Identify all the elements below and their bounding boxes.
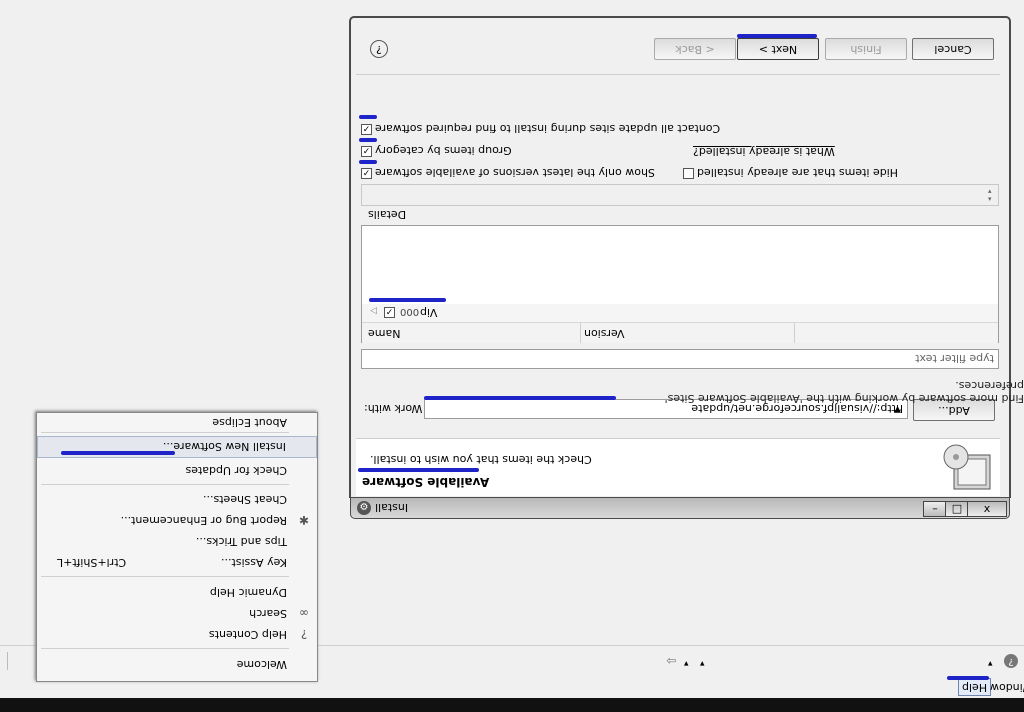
next-button[interactable]: Next > <box>737 38 819 60</box>
column-name[interactable]: Name <box>368 327 400 340</box>
show-latest-checkbox[interactable]: ✓ <box>361 168 372 179</box>
column-version[interactable]: Version <box>584 327 624 340</box>
tree-header: Name Version <box>362 322 998 343</box>
contact-sites-label: Contact all update sites during install … <box>375 122 721 135</box>
what-installed-link[interactable]: What is already installed? <box>693 145 835 158</box>
contact-sites-checkbox[interactable]: ✓ <box>361 124 372 135</box>
taskbar <box>0 698 1024 712</box>
install-icon: ⚙ <box>357 501 371 515</box>
window-title: Install <box>375 501 409 514</box>
annotation-mark <box>369 298 446 302</box>
title-bar: ⚙ Install – □ x <box>350 497 1010 519</box>
details-area: ▴ ▾ <box>361 184 999 206</box>
annotation-mark <box>359 115 377 119</box>
annotation-mark <box>359 160 377 164</box>
tree-item-checkbox[interactable]: ✓ <box>384 307 395 318</box>
filter-input[interactable]: type filter text <box>361 349 999 369</box>
work-with-label: Work with: <box>364 402 423 415</box>
finish-button[interactable]: Finish <box>825 38 907 60</box>
hide-installed-checkbox[interactable] <box>683 168 694 179</box>
details-label: Details <box>368 208 407 221</box>
find-more-link[interactable]: Find more software by working with the '… <box>628 379 1024 405</box>
maximize-button[interactable]: □ <box>945 501 969 517</box>
minimize-button[interactable]: – <box>923 501 947 517</box>
annotation-mark <box>737 34 817 38</box>
hide-installed-label: Hide items that are already installed <box>697 166 899 179</box>
dialog-overlay: Available Software Check the items that … <box>0 0 1024 698</box>
software-tree[interactable]: Name Version ◁ ✓ 000 Vip <box>361 225 999 343</box>
group-by-category-label: Group items by category <box>375 144 512 157</box>
group-by-category-checkbox[interactable]: ✓ <box>361 146 372 157</box>
column-divider <box>580 323 581 343</box>
tree-item-label: Vip <box>420 306 438 319</box>
annotation-mark <box>424 396 616 400</box>
cancel-button[interactable]: Cancel <box>912 38 994 60</box>
tree-item-prefix: 000 <box>400 306 420 317</box>
button-bar-divider <box>356 74 1000 75</box>
scroll-arrows-icon[interactable]: ▴ ▾ <box>988 187 992 203</box>
back-button[interactable]: < Back <box>654 38 736 60</box>
column-divider <box>794 323 795 343</box>
close-button[interactable]: x <box>967 501 1007 517</box>
filter-placeholder: type filter text <box>915 352 994 365</box>
expand-arrow-icon[interactable]: ◁ <box>370 306 377 316</box>
annotation-mark <box>359 138 377 142</box>
question-circle-icon[interactable]: ? <box>370 40 388 58</box>
tree-row[interactable]: ◁ ✓ 000 Vip <box>362 304 998 322</box>
show-latest-label: Show only the latest versions of availab… <box>375 166 655 179</box>
